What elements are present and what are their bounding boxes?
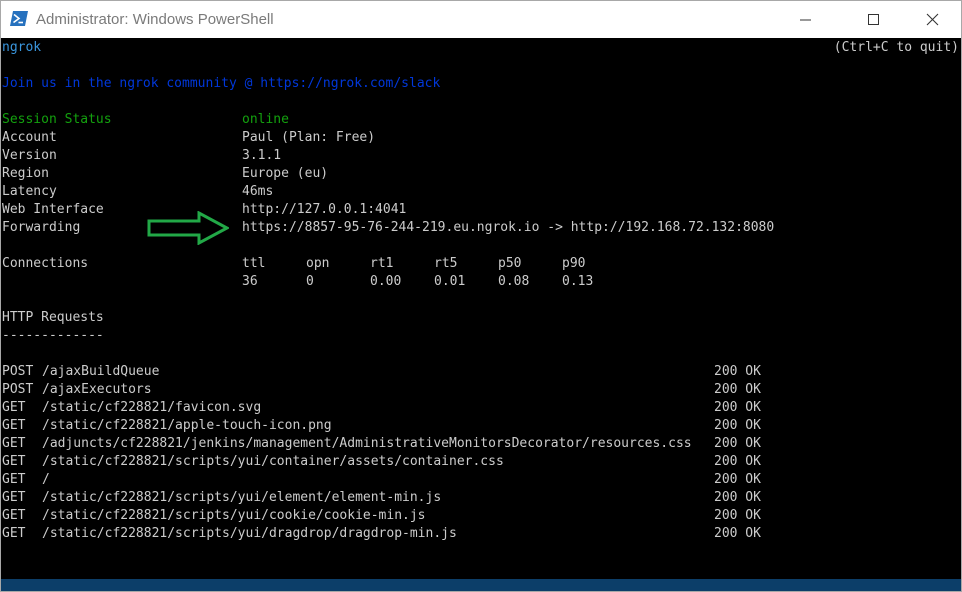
request-status: 200 OK — [714, 472, 761, 487]
request-path: /static/cf228821/scripts/yui/cookie/cook… — [42, 508, 426, 523]
connections-value-p50: 0.08 — [498, 274, 530, 289]
session-status-value: online — [242, 112, 289, 127]
request-path: /static/cf228821/favicon.svg — [42, 400, 262, 415]
request-path: / — [42, 472, 50, 487]
minimize-button[interactable] — [782, 1, 828, 38]
connections-value-ttl: 36 — [242, 274, 258, 289]
title-bar[interactable]: Administrator: Windows PowerShell — [1, 1, 961, 38]
close-button[interactable] — [909, 1, 955, 38]
connections-value-rt5: 0.01 — [434, 274, 466, 289]
connections-header-rt5: rt5 — [434, 256, 458, 271]
request-status: 200 OK — [714, 364, 761, 379]
connections-value-opn: 0 — [306, 274, 314, 289]
web-interface-label: Web Interface — [2, 202, 104, 217]
arrow-right-icon — [147, 211, 229, 245]
forwarding-url[interactable]: https://8857-95-76-244-219.eu.ngrok.io -… — [242, 219, 774, 237]
request-status: 200 OK — [714, 382, 761, 397]
connections-value-rt1: 0.00 — [370, 274, 402, 289]
request-method: GET — [2, 400, 26, 415]
window-title: Administrator: Windows PowerShell — [36, 11, 274, 28]
connections-value-p90: 0.13 — [562, 274, 594, 289]
minimize-icon — [800, 19, 811, 21]
request-status: 200 OK — [714, 454, 761, 469]
request-path: /static/cf228821/scripts/yui/dragdrop/dr… — [42, 526, 457, 541]
request-status: 200 OK — [714, 508, 761, 523]
powershell-icon — [10, 11, 28, 26]
connections-header-p50: p50 — [498, 256, 522, 271]
request-method: POST — [2, 382, 34, 397]
region-label: Region — [2, 166, 49, 181]
connections-header-ttl: ttl — [242, 256, 266, 271]
console-output[interactable]: ngrok (Ctrl+C to quit) Join us in the ng… — [1, 38, 961, 579]
taskbar-strip — [1, 579, 961, 591]
request-status: 200 OK — [714, 418, 761, 433]
request-status: 200 OK — [714, 436, 761, 451]
request-method: GET — [2, 508, 26, 523]
powershell-window: Administrator: Windows PowerShell ngrok … — [0, 0, 962, 592]
request-status: 200 OK — [714, 400, 761, 415]
quit-hint: (Ctrl+C to quit) — [833, 40, 959, 55]
connections-label: Connections — [2, 256, 89, 271]
connections-header-p90: p90 — [562, 256, 586, 271]
request-method: GET — [2, 472, 26, 487]
account-label: Account — [2, 130, 57, 145]
request-method: GET — [2, 418, 26, 433]
request-method: GET — [2, 526, 26, 541]
forwarding-label: Forwarding — [2, 220, 81, 235]
request-path: /static/cf228821/scripts/yui/element/ele… — [42, 490, 442, 505]
latency-label: Latency — [2, 184, 57, 199]
request-method: GET — [2, 490, 26, 505]
account-value: Paul (Plan: Free) — [242, 130, 376, 145]
app-name: ngrok — [2, 40, 42, 55]
request-path: /adjuncts/cf228821/jenkins/management/Ad… — [42, 436, 692, 451]
request-path: /ajaxBuildQueue — [42, 364, 160, 379]
region-value: Europe (eu) — [242, 166, 329, 181]
request-method: GET — [2, 454, 26, 469]
request-status: 200 OK — [714, 490, 761, 505]
connections-header-rt1: rt1 — [370, 256, 394, 271]
request-path: /ajaxExecutors — [42, 382, 152, 397]
request-method: GET — [2, 436, 26, 451]
maximize-button[interactable] — [850, 1, 896, 38]
request-path: /static/cf228821/apple-touch-icon.png — [42, 418, 332, 433]
connections-header-opn: opn — [306, 256, 330, 271]
http-requests-title: HTTP Requests — [2, 310, 104, 325]
request-method: POST — [2, 364, 34, 379]
maximize-icon — [868, 14, 879, 25]
web-interface-url[interactable]: http://127.0.0.1:4041 — [242, 201, 406, 219]
http-requests-divider: ------------- — [2, 328, 104, 343]
request-status: 200 OK — [714, 526, 761, 541]
latency-value: 46ms — [242, 184, 274, 199]
community-link: Join us in the ngrok community @ https:/… — [2, 76, 441, 91]
version-value: 3.1.1 — [242, 148, 282, 163]
close-icon — [926, 13, 939, 26]
request-path: /static/cf228821/scripts/yui/container/a… — [42, 454, 504, 469]
version-label: Version — [2, 148, 57, 163]
session-status-label: Session Status — [2, 112, 112, 127]
